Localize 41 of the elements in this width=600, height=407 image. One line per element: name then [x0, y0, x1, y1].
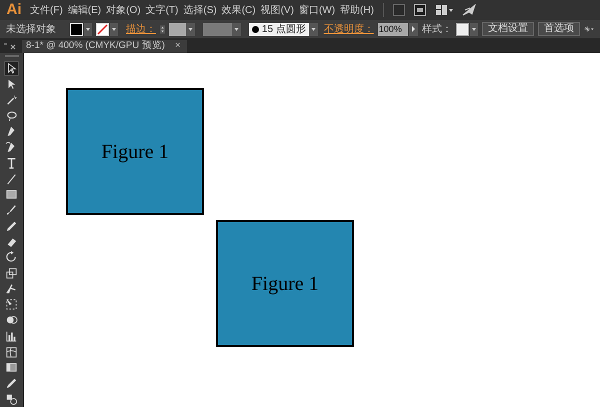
menu-item[interactable]: 视图(V): [258, 2, 296, 18]
menu-item[interactable]: 窗口(W): [296, 2, 338, 18]
graph-tool-icon[interactable]: [4, 328, 19, 344]
layout-icon[interactable]: [436, 4, 454, 16]
app-logo: Ai: [6, 0, 22, 20]
dot-icon: [252, 26, 259, 32]
stroke-swatch[interactable]: [96, 22, 118, 36]
close-icon[interactable]: ×: [174, 39, 180, 54]
spinner-icon[interactable]: [160, 22, 166, 36]
style-swatch[interactable]: [456, 22, 478, 36]
lasso-tool-icon[interactable]: [4, 108, 19, 124]
menu-item[interactable]: 对象(O): [104, 2, 143, 18]
brush-dropdown[interactable]: 15 点圆形: [248, 22, 318, 36]
caret-icon[interactable]: [308, 22, 318, 36]
fill-swatch[interactable]: [70, 22, 92, 36]
menu-item[interactable]: 帮助(H): [338, 2, 376, 18]
toolbar-button[interactable]: 文档设置: [482, 22, 534, 36]
menu-item[interactable]: 文件(F): [28, 2, 65, 18]
opacity-field[interactable]: 100%: [378, 22, 408, 36]
selection-status: 未选择对象: [6, 22, 56, 36]
opacity-link[interactable]: 不透明度：: [324, 22, 374, 36]
menu-item[interactable]: 效果(C): [220, 2, 258, 18]
menu-item[interactable]: 文字(T): [144, 2, 180, 18]
style-label: 样式：: [422, 22, 452, 36]
caret-icon[interactable]: [186, 22, 195, 36]
blend-tool-icon[interactable]: [4, 392, 19, 407]
free-transform-tool-icon[interactable]: [4, 297, 19, 312]
toolbar-button[interactable]: 首选项: [538, 22, 580, 36]
selection-tool-icon[interactable]: [4, 61, 19, 76]
stroke-link[interactable]: 描边：: [126, 22, 156, 36]
figure-label: Figure 1: [251, 272, 319, 296]
menu-item[interactable]: 选择(S): [181, 2, 219, 18]
caret-icon[interactable]: [232, 22, 241, 36]
mesh-tool-icon[interactable]: [4, 344, 19, 360]
figure-label: Figure 1: [101, 140, 169, 164]
stroke-weight-field[interactable]: [169, 22, 195, 36]
play-icon[interactable]: [408, 22, 418, 36]
scale-tool-icon[interactable]: [4, 266, 19, 281]
menu-item[interactable]: 编辑(E): [66, 2, 104, 18]
document-tab[interactable]: 8-1* @ 400% (CMYK/GPU 预览) ×: [22, 40, 186, 53]
eyedropper-tool-icon[interactable]: [4, 376, 19, 391]
